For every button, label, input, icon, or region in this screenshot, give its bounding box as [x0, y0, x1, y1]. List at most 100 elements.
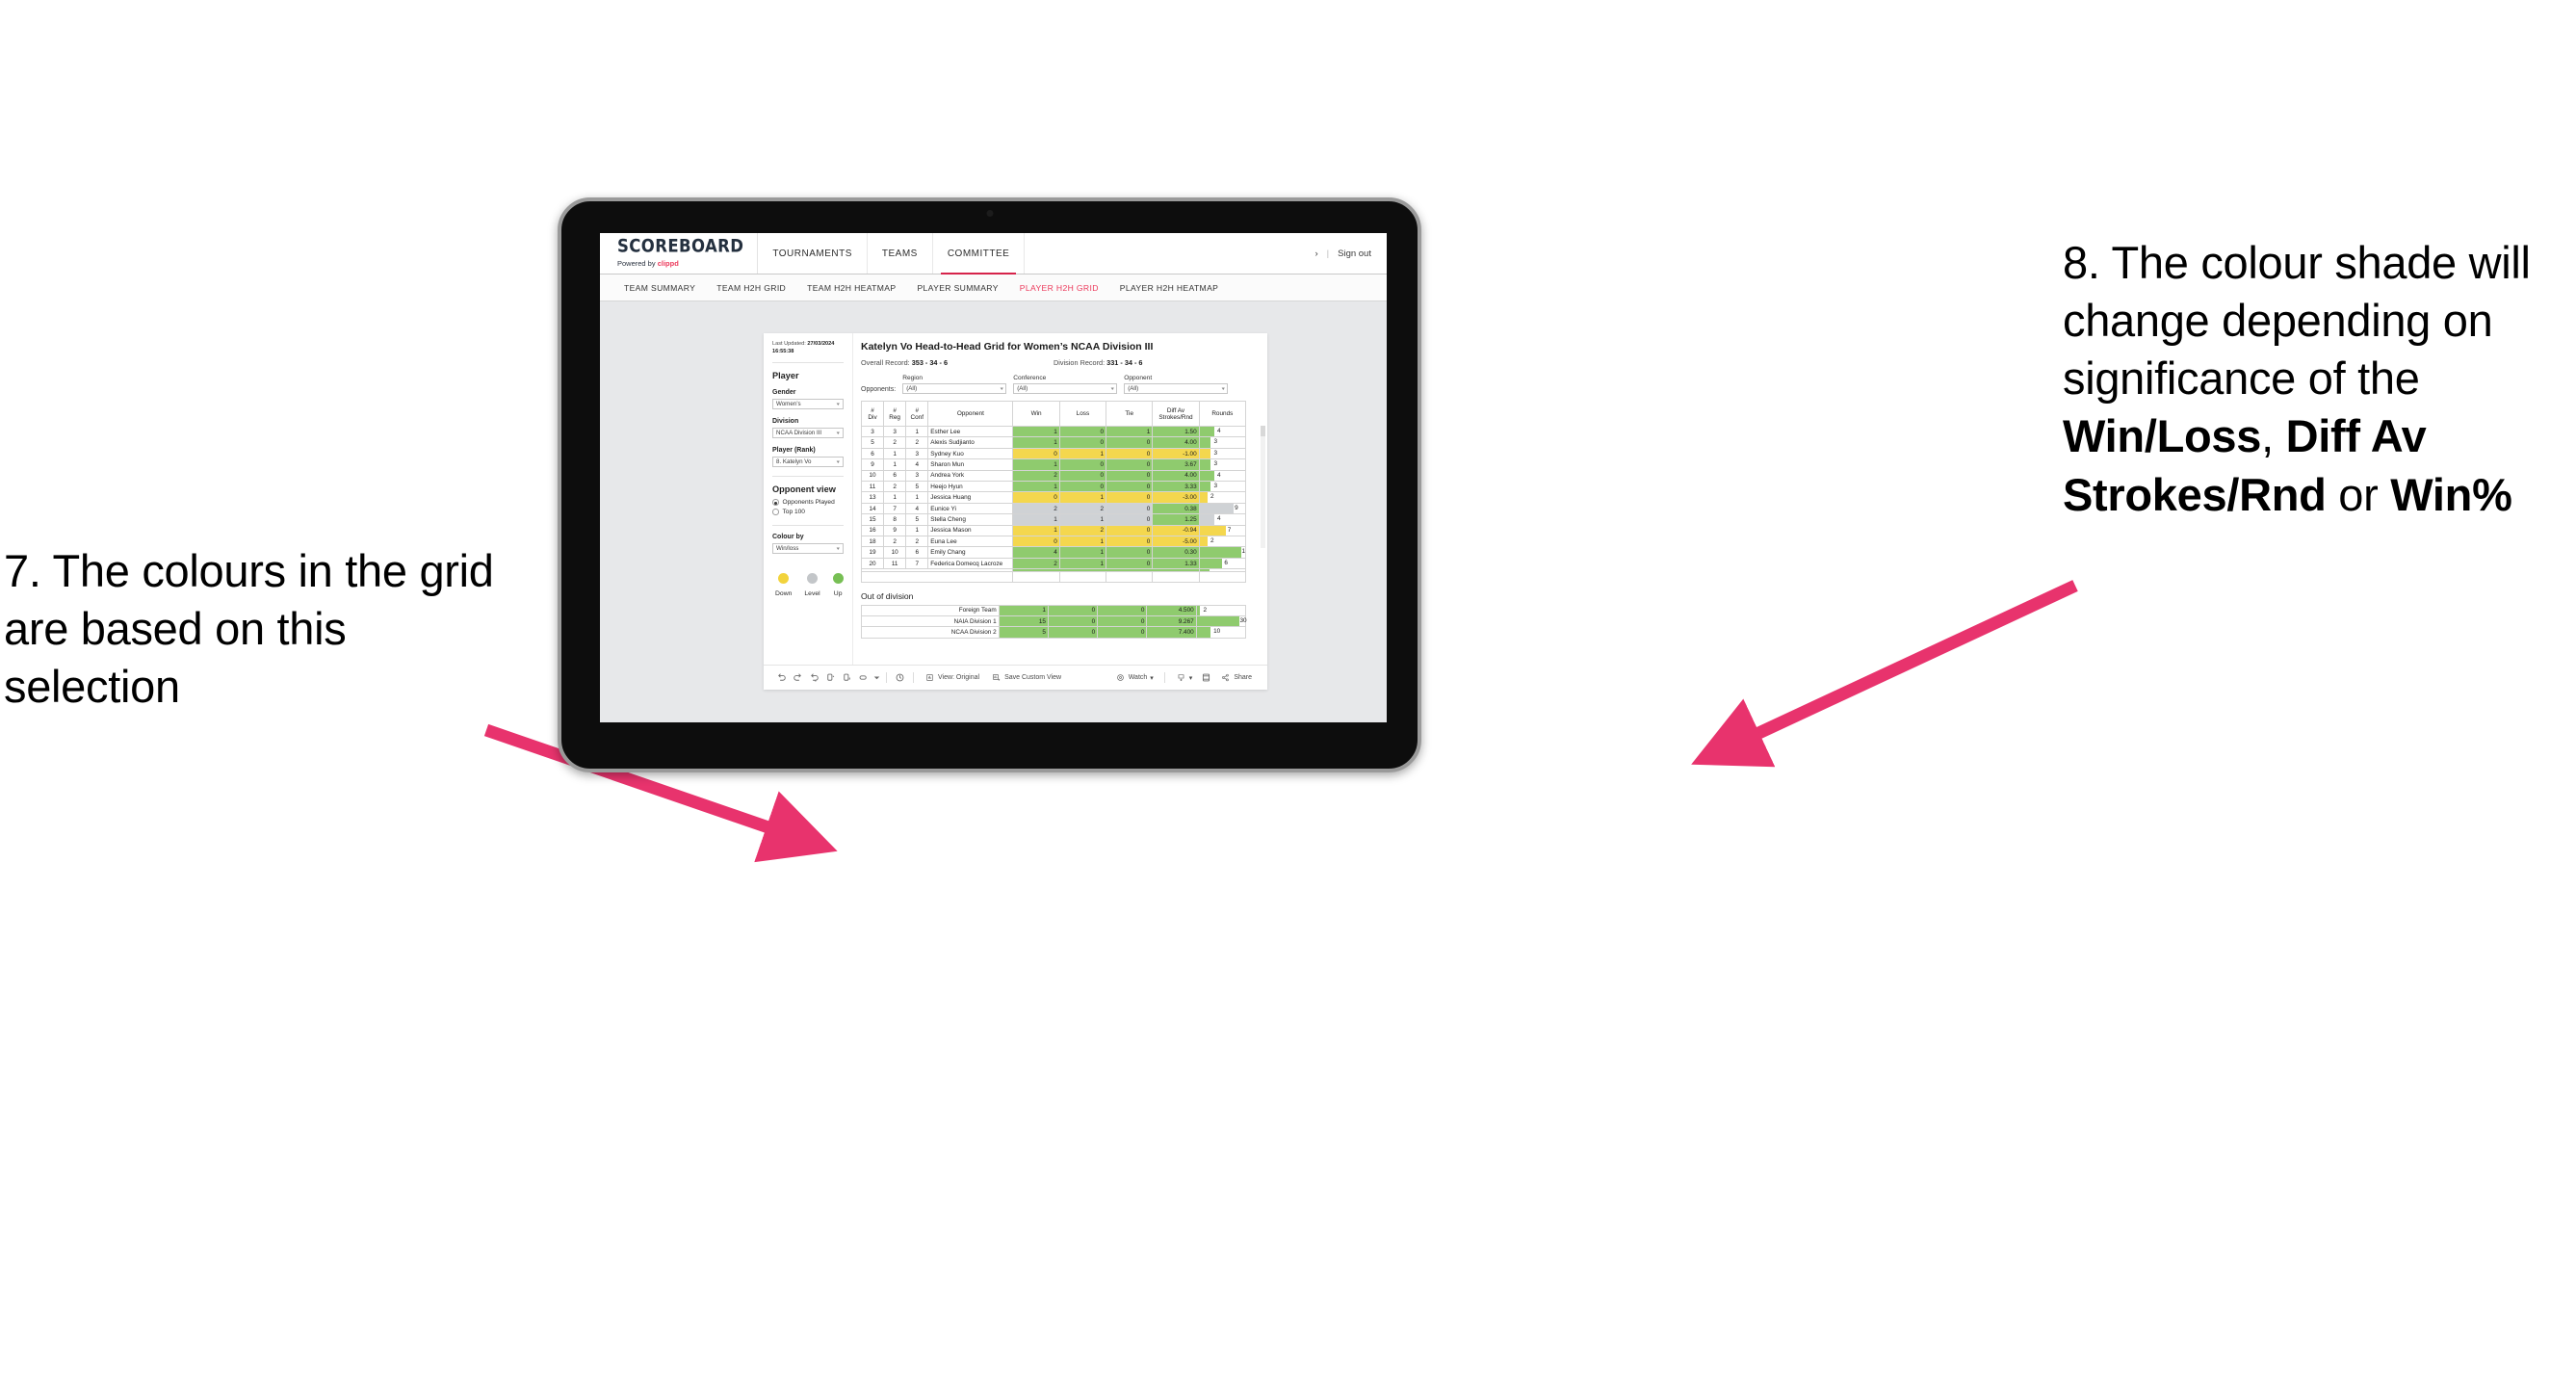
rounds-bar — [1196, 616, 1239, 627]
cell-win: 15 — [998, 615, 1049, 628]
rounds-value: 4 — [1216, 471, 1221, 479]
subnav-player-h2h-heatmap[interactable]: PLAYER H2H HEATMAP — [1109, 283, 1229, 293]
subnav-player-h2h-grid[interactable]: PLAYER H2H GRID — [1009, 283, 1109, 293]
cell-win: 0 — [1012, 447, 1060, 460]
cell-loss: 1 — [1058, 546, 1107, 559]
cell-diff-av-strokes: -1.00 — [1152, 447, 1200, 460]
opponent-select[interactable]: (All) ▾ — [1124, 383, 1229, 394]
view-original-button[interactable]: View: Original — [919, 673, 985, 682]
table-row[interactable]: 19106Emily Chang4100.3011 — [860, 546, 1247, 559]
table-row[interactable]: 20 11 7 Federica Domecq Lacroze 2 1 0 1.33 6 — [860, 557, 1247, 570]
radio-top-100[interactable]: Top 100 — [772, 509, 844, 515]
grid-vertical-scrollbar[interactable] — [1261, 426, 1265, 548]
revert-icon[interactable] — [806, 672, 822, 683]
h2h-grid-header-row: # Div # Reg # Conf Opponent Win Loss Tie Di… — [860, 401, 1247, 427]
cell-tie: 0 — [1097, 615, 1148, 628]
cell-loss: 1 — [1058, 536, 1107, 548]
overall-record-value: 353 - 34 - 6 — [911, 358, 949, 367]
subnav-team-h2h-heatmap[interactable]: TEAM H2H HEATMAP — [796, 283, 906, 293]
rounds-bar — [1200, 536, 1208, 546]
rounds-bar — [1196, 627, 1211, 638]
cell-rounds: 4 — [1198, 425, 1247, 438]
table-row[interactable]: 3 3 1 Esther Lee 1 0 1 1.50 4 — [860, 425, 1247, 438]
chevron-down-icon[interactable] — [872, 674, 881, 681]
chevron-down-icon: ▾ — [837, 430, 841, 436]
h2h-grid-wrapper: # Div # Reg # Conf Opponent Win Loss Tie Di… — [860, 401, 1265, 583]
share-button[interactable]: Share — [1214, 673, 1258, 682]
subnav-team-summary[interactable]: TEAM SUMMARY — [613, 283, 706, 293]
conference-label: Conference — [1013, 375, 1047, 381]
rounds-value: 2 — [1203, 606, 1208, 614]
watch-button[interactable]: Watch ▾ — [1109, 673, 1159, 682]
radio-opponents-played[interactable]: Opponents Played — [772, 499, 844, 506]
cell-win: 0 — [1012, 491, 1060, 504]
cell-rounds: 2 — [1198, 536, 1247, 548]
col-rounds: Rounds — [1198, 401, 1247, 427]
cell-opponent: Heejo Hyun — [927, 481, 1014, 493]
table-row[interactable]: 9 1 4 Sharon Mun 1 0 0 3.67 3 — [860, 458, 1247, 471]
fullscreen-icon[interactable] — [1198, 672, 1214, 683]
colour-by-select[interactable]: Win/loss ▾ — [772, 543, 844, 555]
brand-logo[interactable]: SCOREBOARD Powered by clippd — [600, 233, 759, 274]
pause-auto-update-icon[interactable] — [892, 672, 908, 683]
cell-conf: 6 — [905, 546, 929, 559]
table-row[interactable]: 16 9 1 Jessica Mason 1 2 0 -0.94 7 — [860, 524, 1247, 537]
annotation-7: 7. The colours in the grid are based on … — [4, 545, 494, 713]
legend-label-level: Level — [804, 590, 820, 598]
nav-tournaments[interactable]: TOURNAMENTS — [758, 233, 868, 274]
highlight-icon[interactable] — [855, 672, 872, 683]
download-button[interactable]: ▾ — [1170, 673, 1199, 682]
toolbar-divider-1 — [886, 672, 887, 683]
refresh-data-icon[interactable] — [822, 672, 839, 683]
list-item[interactable]: Foreign Team 1 0 0 4.500 2 — [861, 604, 1247, 617]
last-updated-date: 27/03/2024 — [807, 341, 835, 347]
rounds-value: 4 — [1216, 428, 1221, 434]
cell-opponent: Andrea York — [927, 469, 1014, 483]
nav-committee[interactable]: COMMITTEE — [933, 233, 1026, 275]
table-row[interactable]: 5 2 2 Alexis Sudjianto 1 0 0 4.00 3 — [860, 436, 1247, 449]
cell-group-name: NAIA Division 1 — [861, 615, 1000, 628]
table-row[interactable]: 11 2 5 Heejo Hyun 1 0 0 3.33 3 — [860, 481, 1247, 493]
gender-value: Women’s — [776, 401, 801, 408]
gender-select[interactable]: Women’s ▾ — [772, 399, 844, 410]
subnav-player-summary[interactable]: PLAYER SUMMARY — [906, 283, 1008, 293]
col-reg: # Reg — [883, 401, 907, 427]
chevron-right-icon[interactable]: › — [1314, 248, 1317, 259]
cell-win: 1 — [1012, 513, 1060, 526]
table-row[interactable]: 13 1 1 Jessica Huang 0 1 0 -3.00 2 — [860, 491, 1247, 504]
sign-out-link[interactable]: Sign out — [1338, 248, 1371, 259]
division-select[interactable]: NCAA Division III ▾ — [772, 428, 844, 439]
cell-loss: 0 — [1058, 425, 1107, 438]
table-row[interactable]: 10 6 3 Andrea York 2 0 0 4.00 4 — [860, 469, 1247, 483]
cell-tie: 0 — [1097, 626, 1148, 639]
cell-reg: 11 — [883, 557, 907, 570]
subnav-team-h2h-grid[interactable]: TEAM H2H GRID — [706, 283, 796, 293]
list-item[interactable]: NCAA Division 2 5 0 0 7.400 10 — [861, 626, 1247, 639]
out-of-division-title: Out of division — [861, 590, 914, 601]
chevron-down-icon: ▾ — [1221, 385, 1225, 392]
table-row[interactable]: 14 7 4 Eunice Yi 2 2 0 0.38 9 — [860, 502, 1247, 515]
table-row[interactable]: 15 8 5 Stella Cheng 1 1 0 1.25 4 — [860, 513, 1247, 526]
chevron-down-icon: ▾ — [1150, 674, 1154, 682]
header-divider: | — [1326, 248, 1330, 259]
rounds-value: 10 — [1213, 628, 1221, 636]
undo-icon[interactable] — [773, 672, 790, 683]
region-label: Region — [902, 375, 924, 381]
region-select[interactable]: (All) ▾ — [902, 383, 1007, 394]
list-item[interactable]: NAIA Division 1 15 0 0 9.267 30 — [861, 615, 1247, 628]
player-rank-select[interactable]: 8. Katelyn Vo ▾ — [772, 457, 844, 468]
chevron-down-icon: ▾ — [837, 545, 841, 552]
brand-subtitle: Powered by clippd — [617, 259, 743, 268]
redo-icon[interactable] — [790, 672, 806, 683]
table-row[interactable]: 6 1 3 Sydney Kuo 0 1 0 -1.00 3 — [860, 447, 1247, 460]
nav-teams[interactable]: TEAMS — [868, 233, 933, 274]
scrollbar-thumb[interactable] — [1261, 426, 1265, 436]
pause-updates-icon[interactable] — [839, 672, 855, 683]
radio-top-100-label: Top 100 — [782, 509, 805, 516]
cell-div: 13 — [860, 491, 885, 504]
save-custom-view-button[interactable]: Save Custom View — [985, 673, 1067, 682]
table-row[interactable]: 18 2 2 Euna Lee 0 1 0 -5.00 2 — [860, 536, 1247, 548]
rounds-bar — [1200, 504, 1235, 513]
conference-select[interactable]: (All) ▾ — [1013, 383, 1118, 394]
cell-conf: 5 — [905, 513, 929, 526]
